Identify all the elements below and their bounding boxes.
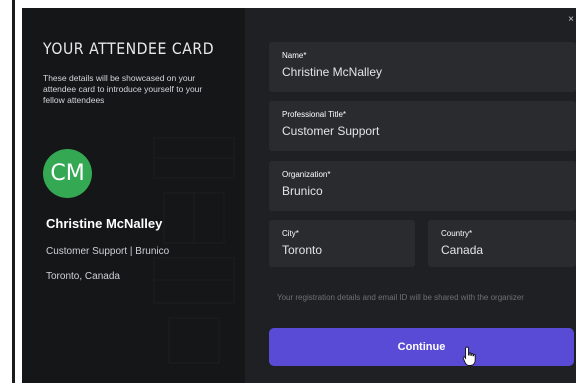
city-field[interactable]: City* — [269, 220, 415, 267]
card-attendee-name: Christine McNalley — [46, 216, 163, 231]
attendee-form: × Name* Professional Title* Organization… — [245, 8, 576, 383]
attendee-card-modal: YOUR ATTENDEE CARD These details will be… — [22, 8, 576, 383]
card-attendee-location: Toronto, Canada — [46, 271, 120, 282]
organization-input[interactable] — [282, 184, 559, 198]
country-input[interactable] — [441, 243, 575, 257]
organization-field[interactable]: Organization* — [269, 161, 576, 211]
close-icon[interactable]: × — [568, 14, 574, 25]
hand-cursor-icon — [462, 346, 476, 366]
city-label: City* — [282, 229, 299, 238]
avatar: CM — [43, 149, 92, 198]
continue-button[interactable]: Continue — [269, 328, 574, 366]
name-input[interactable] — [282, 65, 559, 79]
country-label: Country* — [441, 229, 473, 238]
organization-label: Organization* — [282, 170, 331, 179]
privacy-notice: Your registration details and email ID w… — [277, 293, 524, 302]
background-divider — [12, 0, 15, 383]
country-field[interactable]: Country* — [428, 220, 576, 267]
name-field[interactable]: Name* — [269, 42, 576, 92]
background-edge — [0, 0, 22, 383]
screen: YOUR ATTENDEE CARD These details will be… — [0, 0, 576, 383]
card-description: These details will be showcased on your … — [43, 73, 203, 105]
professional-title-field[interactable]: Professional Title* — [269, 101, 576, 151]
avatar-initials: CM — [50, 161, 85, 186]
professional-title-input[interactable] — [282, 124, 559, 138]
name-field-label: Name* — [282, 51, 307, 60]
professional-title-label: Professional Title* — [282, 110, 347, 119]
attendee-card-preview: YOUR ATTENDEE CARD These details will be… — [22, 8, 245, 383]
card-title: YOUR ATTENDEE CARD — [43, 39, 215, 58]
city-input[interactable] — [282, 243, 414, 257]
card-attendee-role: Customer Support | Brunico — [46, 246, 170, 257]
